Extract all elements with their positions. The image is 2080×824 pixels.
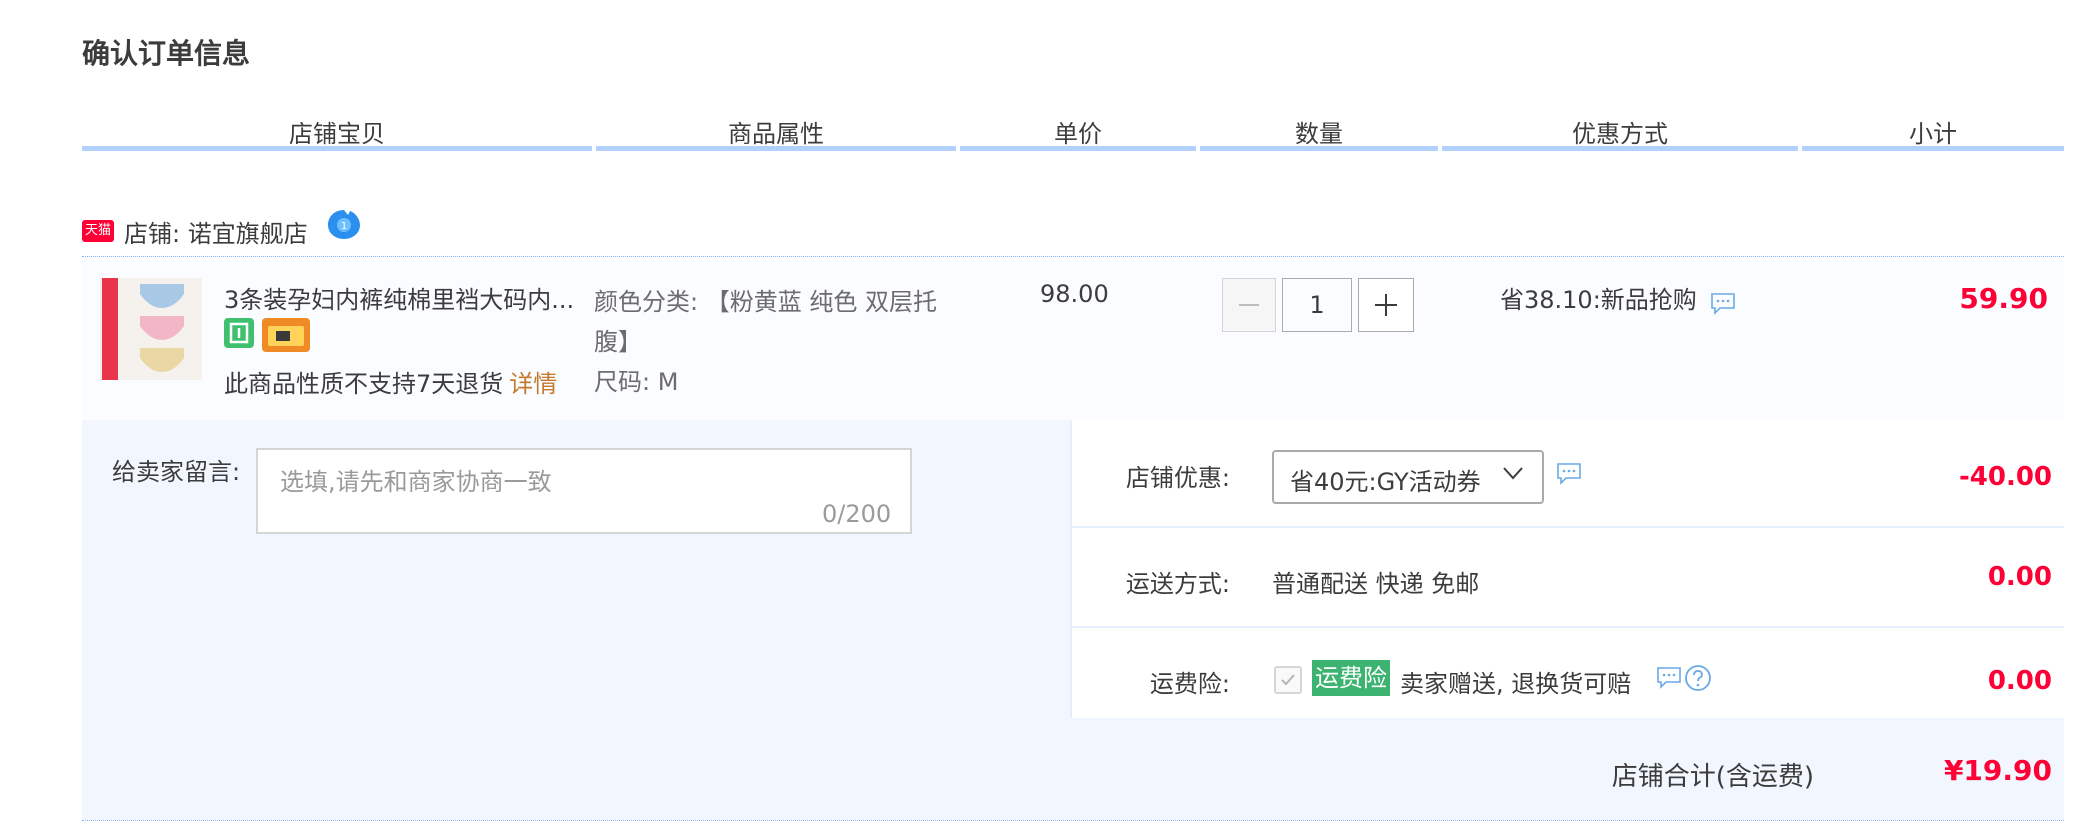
insurance-amount: 0.00	[1987, 666, 2052, 696]
insurance-tag: 运费险	[1312, 660, 1390, 696]
unit-price: 98.00	[1040, 280, 1109, 308]
chevron-down-icon	[1503, 467, 1523, 480]
no-return-text: 此商品性质不支持7天退货	[224, 370, 504, 398]
message-char-counter: 0/200	[822, 500, 892, 528]
card-payment-icon	[262, 318, 310, 352]
check-icon	[1281, 674, 1295, 686]
message-label: 给卖家留言:	[112, 458, 241, 486]
attr-color: 颜色分类: 【粉黄蓝 纯色 双层托腹】	[594, 288, 937, 356]
insurance-description: 卖家赠送, 退换货可赔	[1400, 670, 1632, 698]
product-thumbnail[interactable]	[100, 278, 202, 380]
shop-divider	[82, 256, 2064, 257]
row-divider-2	[1072, 626, 2064, 628]
col-header-discount: 优惠方式	[1572, 120, 1668, 148]
help-question-icon[interactable]	[1684, 664, 1712, 692]
svg-text:1: 1	[341, 221, 347, 232]
item-subtotal: 59.90	[1959, 282, 2048, 315]
promo-comment-icon[interactable]	[1710, 292, 1736, 316]
coupon-selected-value: 省40元:GY活动券	[1290, 468, 1481, 496]
delivery-amount: 0.00	[1987, 562, 2052, 592]
insurance-label: 运费险:	[1149, 670, 1230, 698]
shop-total-amount: ¥19.90	[1943, 754, 2052, 787]
row-divider-1	[1072, 526, 2064, 528]
shop-discount-label: 店铺优惠:	[1125, 464, 1230, 492]
col-bar-attributes	[596, 146, 956, 151]
wangwang-chat-icon[interactable]: 1	[326, 208, 362, 242]
col-bar-quantity	[1200, 146, 1438, 151]
message-placeholder: 选填,请先和商家协商一致	[280, 468, 552, 496]
shop-name[interactable]: 店铺: 诺宜旗舰店	[124, 214, 308, 249]
product-title-link[interactable]: 3条装孕妇内裤纯棉里裆大码内...	[224, 280, 574, 315]
minus-icon	[1239, 304, 1259, 306]
quantity-input[interactable]: 1	[1282, 278, 1352, 332]
delivery-label: 运送方式:	[1125, 570, 1230, 598]
plus-icon	[1375, 294, 1397, 316]
details-link[interactable]: 详情	[509, 370, 557, 398]
col-header-shop-item: 店铺宝贝	[289, 120, 385, 148]
tmall-badge-icon: 天猫	[82, 220, 114, 242]
col-header-quantity: 数量	[1295, 120, 1343, 148]
col-header-subtotal: 小计	[1909, 120, 1957, 148]
attr-size: 尺码: M	[594, 368, 679, 396]
col-bar-subtotal	[1802, 146, 2064, 151]
service-guarantee-icon	[224, 318, 254, 348]
no-return-notice: 此商品性质不支持7天退货 详情	[224, 364, 557, 399]
shop-discount-amount: -40.00	[1958, 462, 2052, 492]
col-bar-discount	[1442, 146, 1798, 151]
delivery-method: 普通配送 快递 免邮	[1272, 570, 1480, 598]
quantity-increment-button[interactable]	[1358, 278, 1414, 332]
col-header-unit-price: 单价	[1054, 120, 1102, 148]
page-title: 确认订单信息	[82, 37, 251, 70]
total-bottom-divider	[82, 820, 2064, 821]
col-bar-shop-item	[82, 146, 592, 151]
coupon-comment-icon[interactable]	[1556, 462, 1582, 486]
shop-total-label: 店铺合计(含运费)	[1611, 762, 1814, 792]
insurance-checkbox[interactable]	[1274, 666, 1302, 694]
promotion-text: 省38.10:新品抢购	[1500, 286, 1697, 314]
col-bar-unit-price	[960, 146, 1196, 151]
quantity-decrement-button[interactable]	[1222, 278, 1276, 332]
insurance-comment-icon[interactable]	[1656, 666, 1682, 690]
col-header-attributes: 商品属性	[728, 120, 824, 148]
